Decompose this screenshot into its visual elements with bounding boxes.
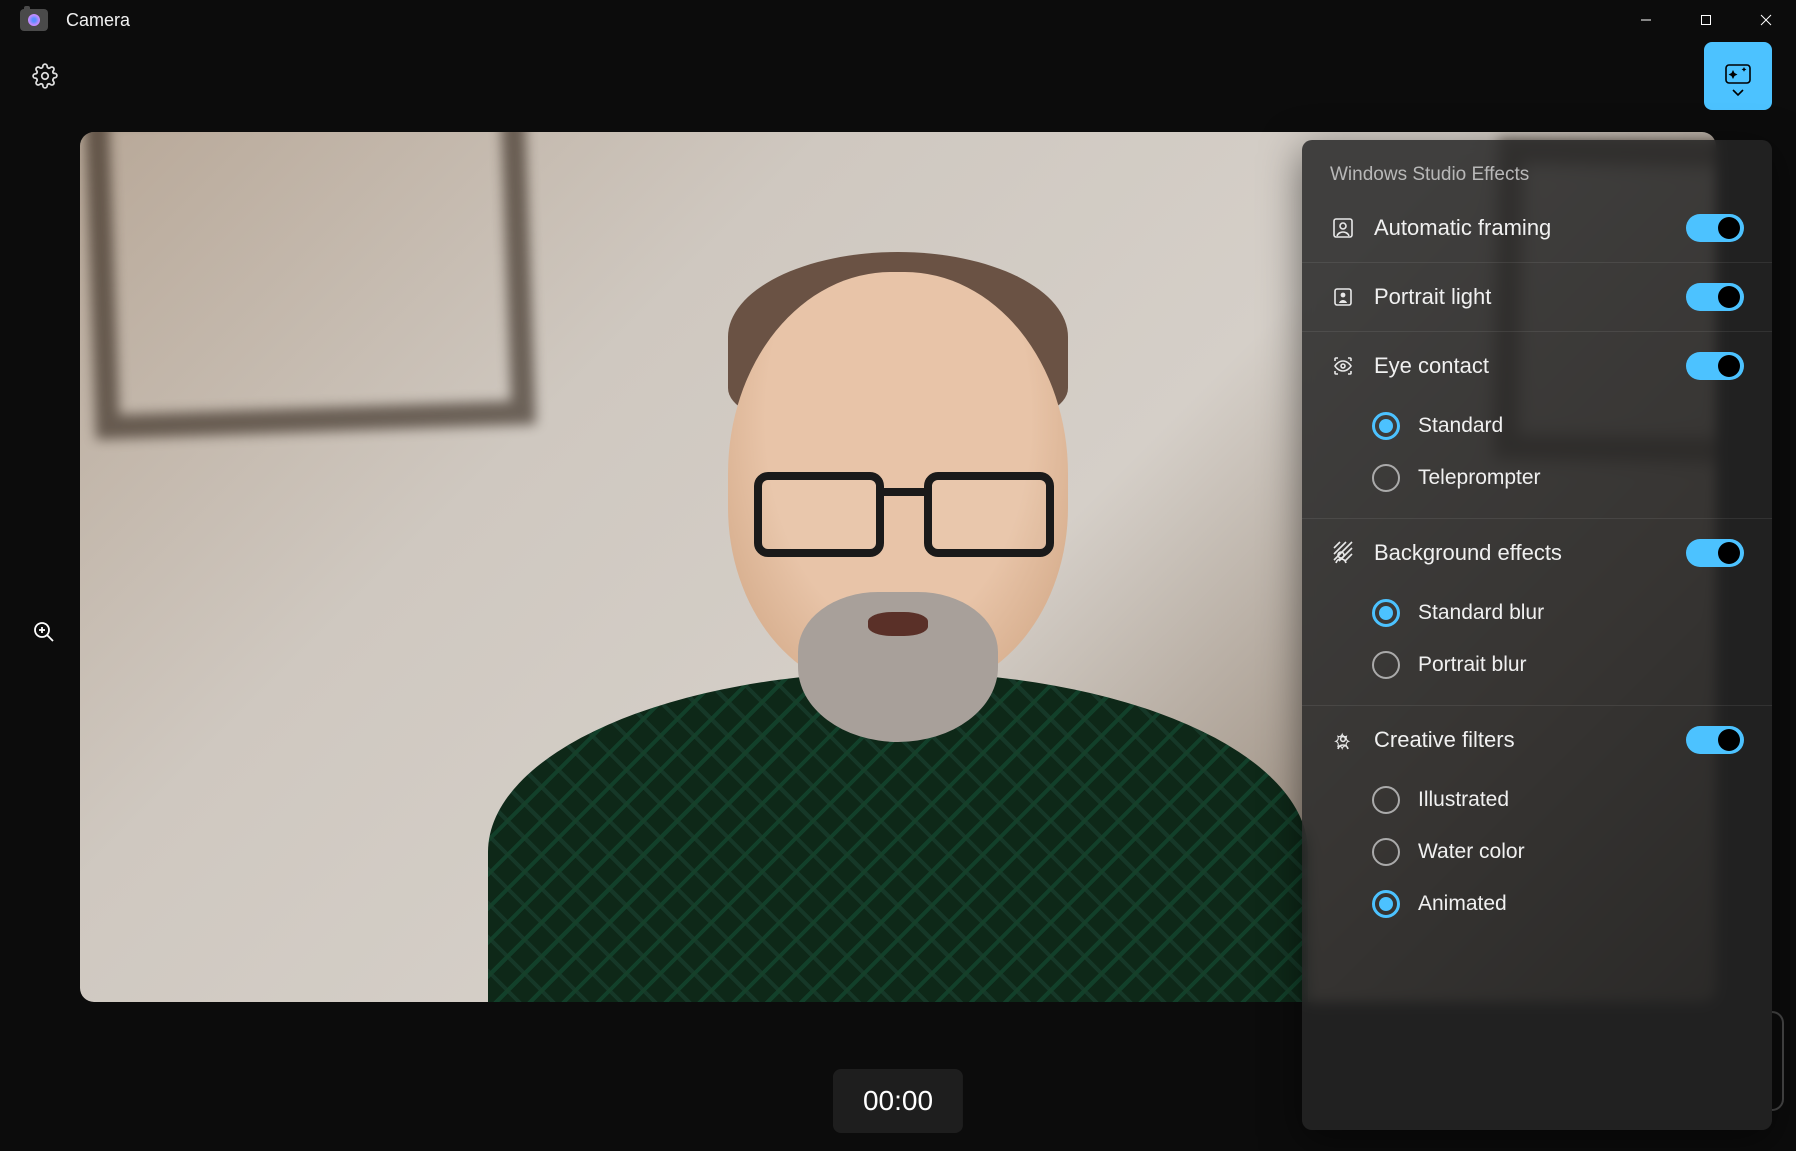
sparkle-frame-icon [1724,61,1752,85]
bg-option-portrait-blur[interactable]: Portrait blur [1302,639,1772,691]
portrait-light-icon [1330,284,1356,310]
creative-filters-toggle[interactable] [1686,726,1744,754]
settings-button[interactable] [24,55,66,97]
portrait-light-toggle[interactable] [1686,283,1744,311]
person-preview [588,212,1208,1002]
option-label: Standard [1418,414,1503,438]
filter-option-animated[interactable]: Animated [1302,878,1772,930]
filter-option-water-color[interactable]: Water color [1302,826,1772,878]
section-background-effects: Background effects Standard blur Portrai… [1302,519,1772,706]
studio-effects-panel: Windows Studio Effects Automatic framing… [1302,140,1772,1130]
background-effects-icon [1330,540,1356,566]
minimize-button[interactable] [1616,0,1676,40]
filter-option-illustrated[interactable]: Illustrated [1302,774,1772,826]
gear-icon [32,63,58,89]
auto-framing-label: Automatic framing [1374,215,1668,241]
radio-icon [1372,412,1400,440]
section-eye-contact: Eye contact Standard Teleprompter [1302,332,1772,519]
radio-icon [1372,786,1400,814]
background-effects-label: Background effects [1374,540,1668,566]
toolbar [0,40,1796,112]
radio-icon [1372,838,1400,866]
mode-strip[interactable] [1772,1011,1784,1111]
radio-icon [1372,599,1400,627]
creative-filters-label: Creative filters [1374,727,1668,753]
eye-contact-toggle[interactable] [1686,352,1744,380]
window-controls [1616,0,1796,40]
option-label: Portrait blur [1418,653,1527,677]
studio-effects-button[interactable] [1704,42,1772,110]
camera-app-icon [20,9,48,31]
radio-icon [1372,651,1400,679]
maximize-icon [1700,14,1712,26]
option-label: Illustrated [1418,788,1509,812]
eye-contact-icon [1330,353,1356,379]
section-creative-filters: Creative filters Illustrated Water color… [1302,706,1772,950]
zoom-button[interactable] [22,610,66,654]
eye-contact-option-standard[interactable]: Standard [1302,400,1772,452]
portrait-light-label: Portrait light [1374,284,1668,310]
eye-contact-option-teleprompter[interactable]: Teleprompter [1302,452,1772,504]
section-portrait-light: Portrait light [1302,263,1772,332]
radio-icon [1372,464,1400,492]
auto-framing-toggle[interactable] [1686,214,1744,242]
close-icon [1760,14,1772,26]
zoom-in-icon [32,620,56,644]
recording-timer: 00:00 [833,1069,963,1133]
close-button[interactable] [1736,0,1796,40]
creative-filters-icon [1330,727,1356,753]
maximize-button[interactable] [1676,0,1736,40]
chevron-down-icon [1731,87,1745,97]
background-frame-decor [84,132,536,440]
radio-icon [1372,890,1400,918]
option-label: Standard blur [1418,601,1544,625]
app-title: Camera [66,10,130,31]
bg-option-standard-blur[interactable]: Standard blur [1302,587,1772,639]
auto-framing-icon [1330,215,1356,241]
option-label: Water color [1418,840,1525,864]
panel-title: Windows Studio Effects [1302,140,1772,194]
titlebar: Camera [0,0,1796,40]
option-label: Teleprompter [1418,466,1541,490]
minimize-icon [1640,14,1652,26]
background-effects-toggle[interactable] [1686,539,1744,567]
option-label: Animated [1418,892,1507,916]
eye-contact-label: Eye contact [1374,353,1668,379]
section-auto-framing: Automatic framing [1302,194,1772,263]
